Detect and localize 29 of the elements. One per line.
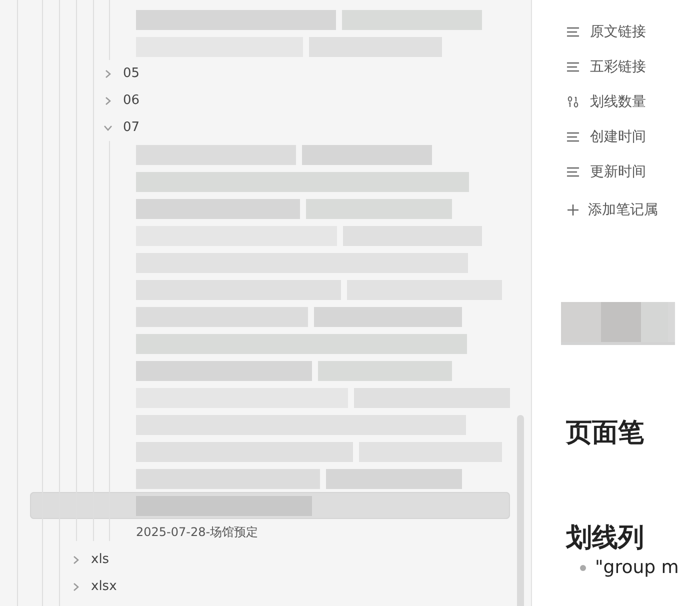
folder-item[interactable]: xlsx [30,573,510,600]
lines-icon [566,26,580,38]
chevron-icon [71,582,81,592]
folder-item[interactable]: 05 [30,60,510,87]
lines-icon [566,166,580,178]
file-row[interactable]: 2025-07-28-场馆预定 [30,519,510,546]
section-heading: 页面笔 [566,417,645,450]
plus-icon [566,204,580,216]
folder-item[interactable]: xls [30,546,510,573]
binary-icon [566,96,580,108]
chevron-icon [71,554,81,564]
bullet-icon [580,564,586,570]
list-item-text: "group m [595,557,679,578]
chevron-icon [103,96,113,106]
file-item[interactable]: 2025-07-28-场馆预定 [136,524,258,541]
file-row[interactable] [30,492,510,519]
folder-item[interactable]: 07 [30,114,510,141]
scrollbar[interactable] [517,415,524,606]
property-item[interactable]: 划线数量 [566,84,679,119]
property-item[interactable]: 更新时间 [566,154,679,189]
property-item[interactable]: 原文链接 [566,14,679,49]
folder-item[interactable]: 06 [30,87,510,114]
add-property-button[interactable]: 添加笔记属 [566,192,679,227]
lines-icon [566,60,580,72]
chevron-icon [103,68,113,78]
lines-icon [566,130,580,142]
section-heading: 划线列 [566,522,645,555]
property-item[interactable]: 五彩链接 [566,49,679,84]
property-item[interactable]: 创建时间 [566,119,679,154]
